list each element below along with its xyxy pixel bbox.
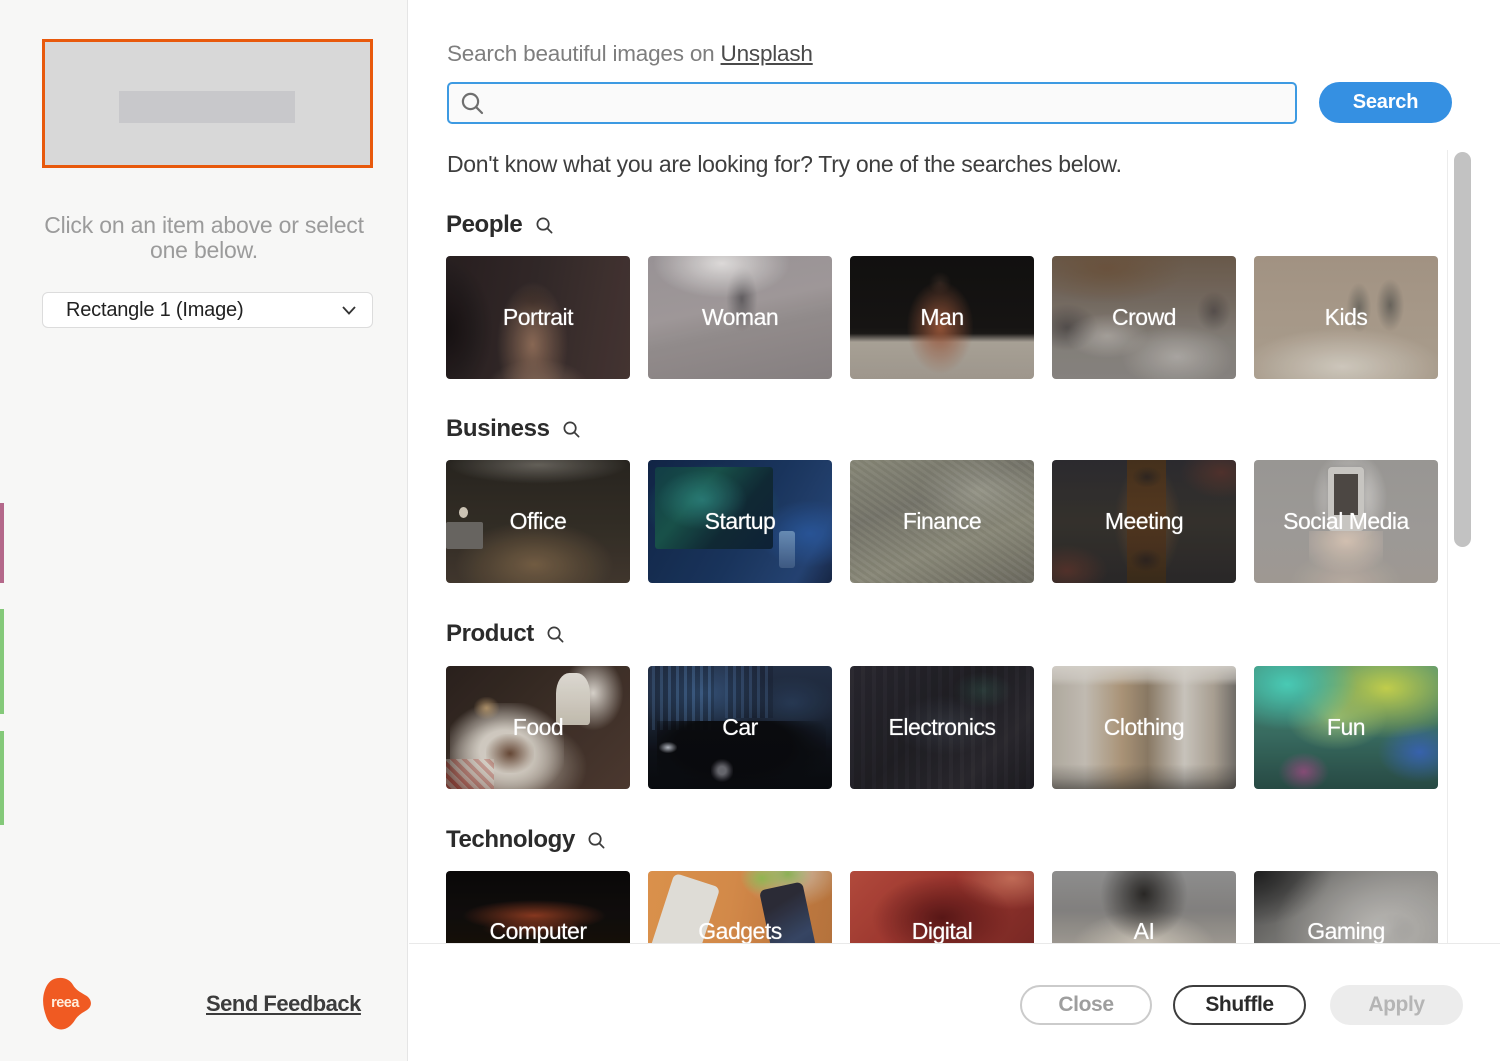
svg-text:reea: reea [51, 995, 80, 1011]
